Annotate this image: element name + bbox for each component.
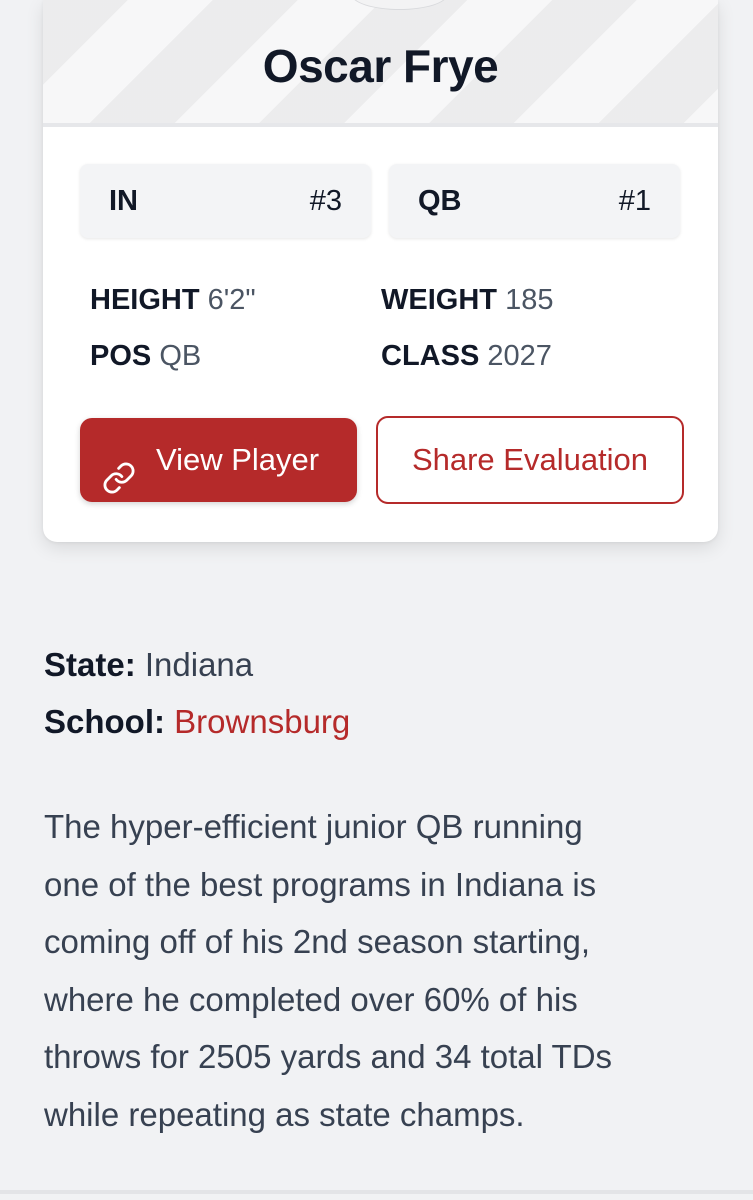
stat-height-value: 6'2" xyxy=(207,284,256,316)
header-notch xyxy=(351,0,448,10)
description-line: where he completed over 60% of his xyxy=(44,980,578,1018)
ranking-state-label: IN xyxy=(109,185,138,217)
ranking-state-box: IN #3 xyxy=(80,164,371,238)
player-description: The hyper-efficient junior QB running on… xyxy=(44,798,734,1143)
state-value: Indiana xyxy=(144,646,254,683)
stat-height-label: HEIGHT xyxy=(90,284,200,316)
stat-pos: POS QB xyxy=(90,338,201,374)
stat-height: HEIGHT 6'2" xyxy=(90,282,256,318)
stat-pos-value: QB xyxy=(159,340,202,372)
ranking-position-number: #1 xyxy=(618,185,651,217)
stat-class-label: CLASS xyxy=(381,340,480,372)
view-player-button[interactable]: View Player xyxy=(80,418,357,502)
school-label: School: xyxy=(44,703,165,740)
description-line: coming off of his 2nd season starting, xyxy=(44,923,591,960)
school-line: School: Brownsburg xyxy=(44,700,350,744)
state-line: State: Indiana xyxy=(44,643,253,687)
stat-weight: WEIGHT 185 xyxy=(381,282,553,318)
stat-class-value: 2027 xyxy=(487,340,552,372)
stat-pos-label: POS xyxy=(90,340,152,372)
stat-weight-label: WEIGHT xyxy=(381,284,497,316)
player-name: Oscar Frye xyxy=(262,40,499,92)
description-line: while repeating as state champs. xyxy=(44,1095,525,1133)
stat-class: CLASS 2027 xyxy=(381,338,552,374)
ranking-state-number: #3 xyxy=(309,185,342,217)
school-link[interactable]: Brownsburg xyxy=(174,703,350,740)
description-line: one of the best programs in Indiana is xyxy=(44,865,597,903)
stat-weight-value: 185 xyxy=(505,284,554,316)
description-line: throws for 2505 yards and 34 total TDs xyxy=(44,1038,613,1075)
bottom-divider xyxy=(0,1190,753,1194)
ranking-position-label: QB xyxy=(418,185,462,217)
link-icon xyxy=(102,443,136,494)
state-label: State: xyxy=(44,646,136,683)
share-evaluation-button[interactable]: Share Evaluation xyxy=(376,416,684,504)
view-player-label: View Player xyxy=(156,442,320,477)
ranking-position-box: QB #1 xyxy=(389,164,680,238)
card-header: Oscar Frye xyxy=(43,0,718,127)
description-line: The hyper-efficient junior QB running xyxy=(44,808,583,845)
